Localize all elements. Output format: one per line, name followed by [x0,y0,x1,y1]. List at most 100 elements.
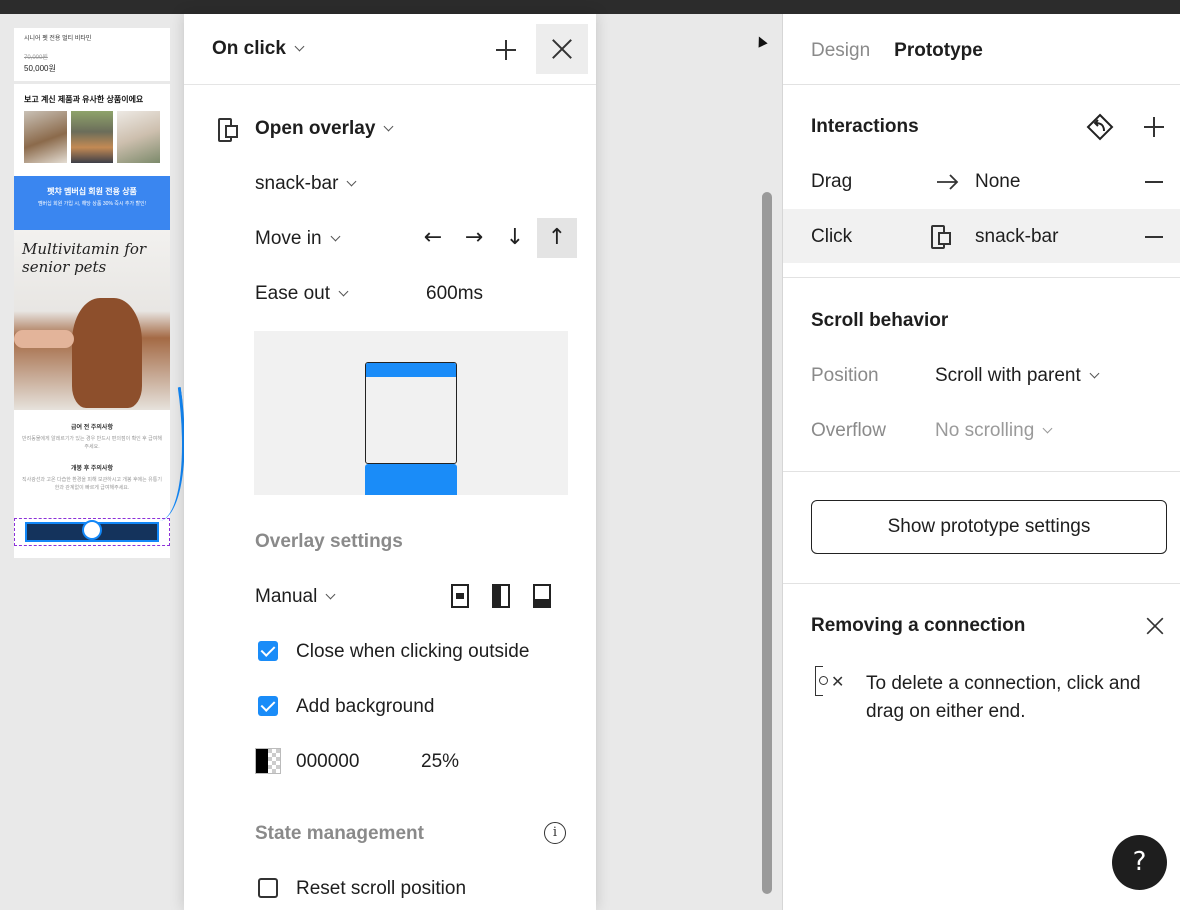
remove-text-line: drag on either end. [866,701,1026,722]
connection-handle[interactable] [82,520,102,540]
remove-interaction-minus-icon[interactable] [1145,181,1163,183]
preview-overlay-bar [365,464,457,495]
preview-screen [365,362,457,464]
divider [783,583,1180,584]
popup-scrollbar[interactable] [762,192,772,894]
chevron-down-icon [346,176,357,187]
chevron-down-icon [330,231,340,242]
original-price: 70,000원 [24,55,48,61]
add-action-plus-icon[interactable] [494,38,518,62]
add-interaction-plus-icon[interactable] [1142,115,1166,139]
remove-connection-text: To delete a connection, click and drag o… [866,670,1141,726]
info-icon[interactable]: i [544,822,566,844]
chevron-down-icon [383,121,394,132]
trigger-label: On click [212,38,286,59]
animation-dropdown[interactable]: Move in [255,228,340,250]
hero-image: Multivitamin for senior pets [14,230,170,410]
recommend-section: 보고 계신 제품과 유사한 상품이에요 [14,84,170,169]
close-outside-checkbox[interactable] [258,641,278,661]
note-title: 개봉 후 주의사항 [71,466,113,472]
snack-bar-layer-selected[interactable] [14,518,170,546]
panel-tabs: Design Prototype [811,40,1007,62]
arrow-right-icon [937,174,959,190]
position-value: Scroll with parent [935,365,1081,386]
show-prototype-settings-button[interactable]: Show prototype settings [811,500,1167,554]
hand-figure [14,330,74,348]
reset-scroll-checkbox[interactable] [258,878,278,898]
divider [783,471,1180,472]
direction-left-button[interactable]: ← [413,218,453,258]
remove-interaction-minus-icon[interactable] [1145,236,1163,238]
note-body: 반려동물에게 알레르기가 있는 경우 반드시 편의점이 확인 후 급여해주세요. [22,436,162,450]
close-icon[interactable] [1145,616,1165,636]
interaction-target-click[interactable]: snack-bar [975,226,1058,248]
direction-right-button[interactable]: → [454,218,494,258]
remove-connection-icon: ✕ [811,666,845,696]
animation-preview [254,331,568,495]
animation-label: Move in [255,228,322,249]
product-thumbnail [70,111,114,163]
trigger-dropdown[interactable]: On click [212,38,305,60]
easing-dropdown[interactable]: Ease out [255,283,349,305]
easing-label: Ease out [255,283,330,304]
overlay-position-dropdown[interactable]: Manual [255,586,336,608]
position-bottom-icon[interactable] [533,584,551,608]
top-toolbar [0,0,1180,14]
background-color-swatch[interactable] [255,748,281,774]
background-opacity-input[interactable]: 25% [421,751,459,773]
reset-scroll-label: Reset scroll position [296,878,467,899]
tab-design[interactable]: Design [811,40,870,62]
position-dropdown[interactable]: Scroll with parent [935,365,1100,387]
overflow-dropdown[interactable]: No scrolling [935,420,1053,442]
background-color-input[interactable]: 000000 [296,751,359,773]
tab-prototype[interactable]: Prototype [894,40,983,62]
divider [783,84,1180,85]
action-dropdown[interactable]: Open overlay [255,118,394,140]
dog-figure [72,298,142,408]
interactions-heading: Interactions [811,116,919,137]
close-icon [550,37,574,61]
product-summary: 시니어 펫 전용 멀티 비타민 70,000원 50,000원 [14,28,170,84]
help-button[interactable]: ? [1112,835,1167,890]
direction-down-button[interactable]: ↓ [495,218,535,258]
mobile-frame-preview[interactable]: 시니어 펫 전용 멀티 비타민 70,000원 50,000원 보고 계신 제품… [14,28,170,558]
properties-panel: Design Prototype Interactions Drag None C… [782,14,1180,910]
banner-subtitle: 멤버십 회원 가입 시, 해당 상품 30% 즉시 추가 할인! [37,201,147,207]
flow-starting-point-icon[interactable] [1085,112,1115,142]
destination-dropdown[interactable]: snack-bar [255,173,357,195]
scroll-behavior-heading: Scroll behavior [811,310,949,331]
close-outside-label: Close when clicking outside [296,641,530,662]
product-thumbnail [24,111,67,163]
add-background-label: Add background [296,696,435,717]
position-center-icon[interactable] [451,584,469,608]
destination-label: snack-bar [255,173,339,194]
interaction-trigger-click[interactable]: Click [811,226,852,248]
note-title: 급여 전 주의사항 [71,425,113,431]
sale-price: 50,000원 [24,64,56,73]
open-overlay-icon [931,225,953,249]
add-background-checkbox[interactable] [258,696,278,716]
interaction-details-popup: On click Open overlay snack-bar Move in … [184,14,768,910]
banner-title: 펫챠 멤버십 회원 전용 상품 [47,187,137,196]
chevron-down-icon [1042,423,1053,434]
divider [783,277,1180,278]
chevron-down-icon [325,589,336,600]
position-label: Position [811,365,879,386]
interaction-trigger-drag[interactable]: Drag [811,171,852,193]
product-thumbnail [117,111,161,163]
chevron-down-icon [294,41,305,52]
chevron-down-icon [1089,368,1100,379]
duration-input[interactable]: 600ms [426,283,483,305]
direction-up-button[interactable]: ↑ [537,218,577,258]
overlay-settings-heading: Overlay settings [255,531,403,552]
hero-handwritten-text: Multivitamin for senior pets [22,240,147,276]
remove-text-line: To delete a connection, click and [866,673,1141,694]
interaction-target-drag[interactable]: None [975,171,1020,193]
removing-connection-heading: Removing a connection [811,615,1026,636]
close-popup-button[interactable] [536,24,588,74]
recommend-heading: 보고 계신 제품과 유사한 상품이에요 [24,95,144,104]
overflow-value: No scrolling [935,420,1035,441]
position-mode-label: Manual [255,586,318,607]
position-left-icon[interactable] [492,584,510,608]
open-overlay-icon [218,118,240,142]
